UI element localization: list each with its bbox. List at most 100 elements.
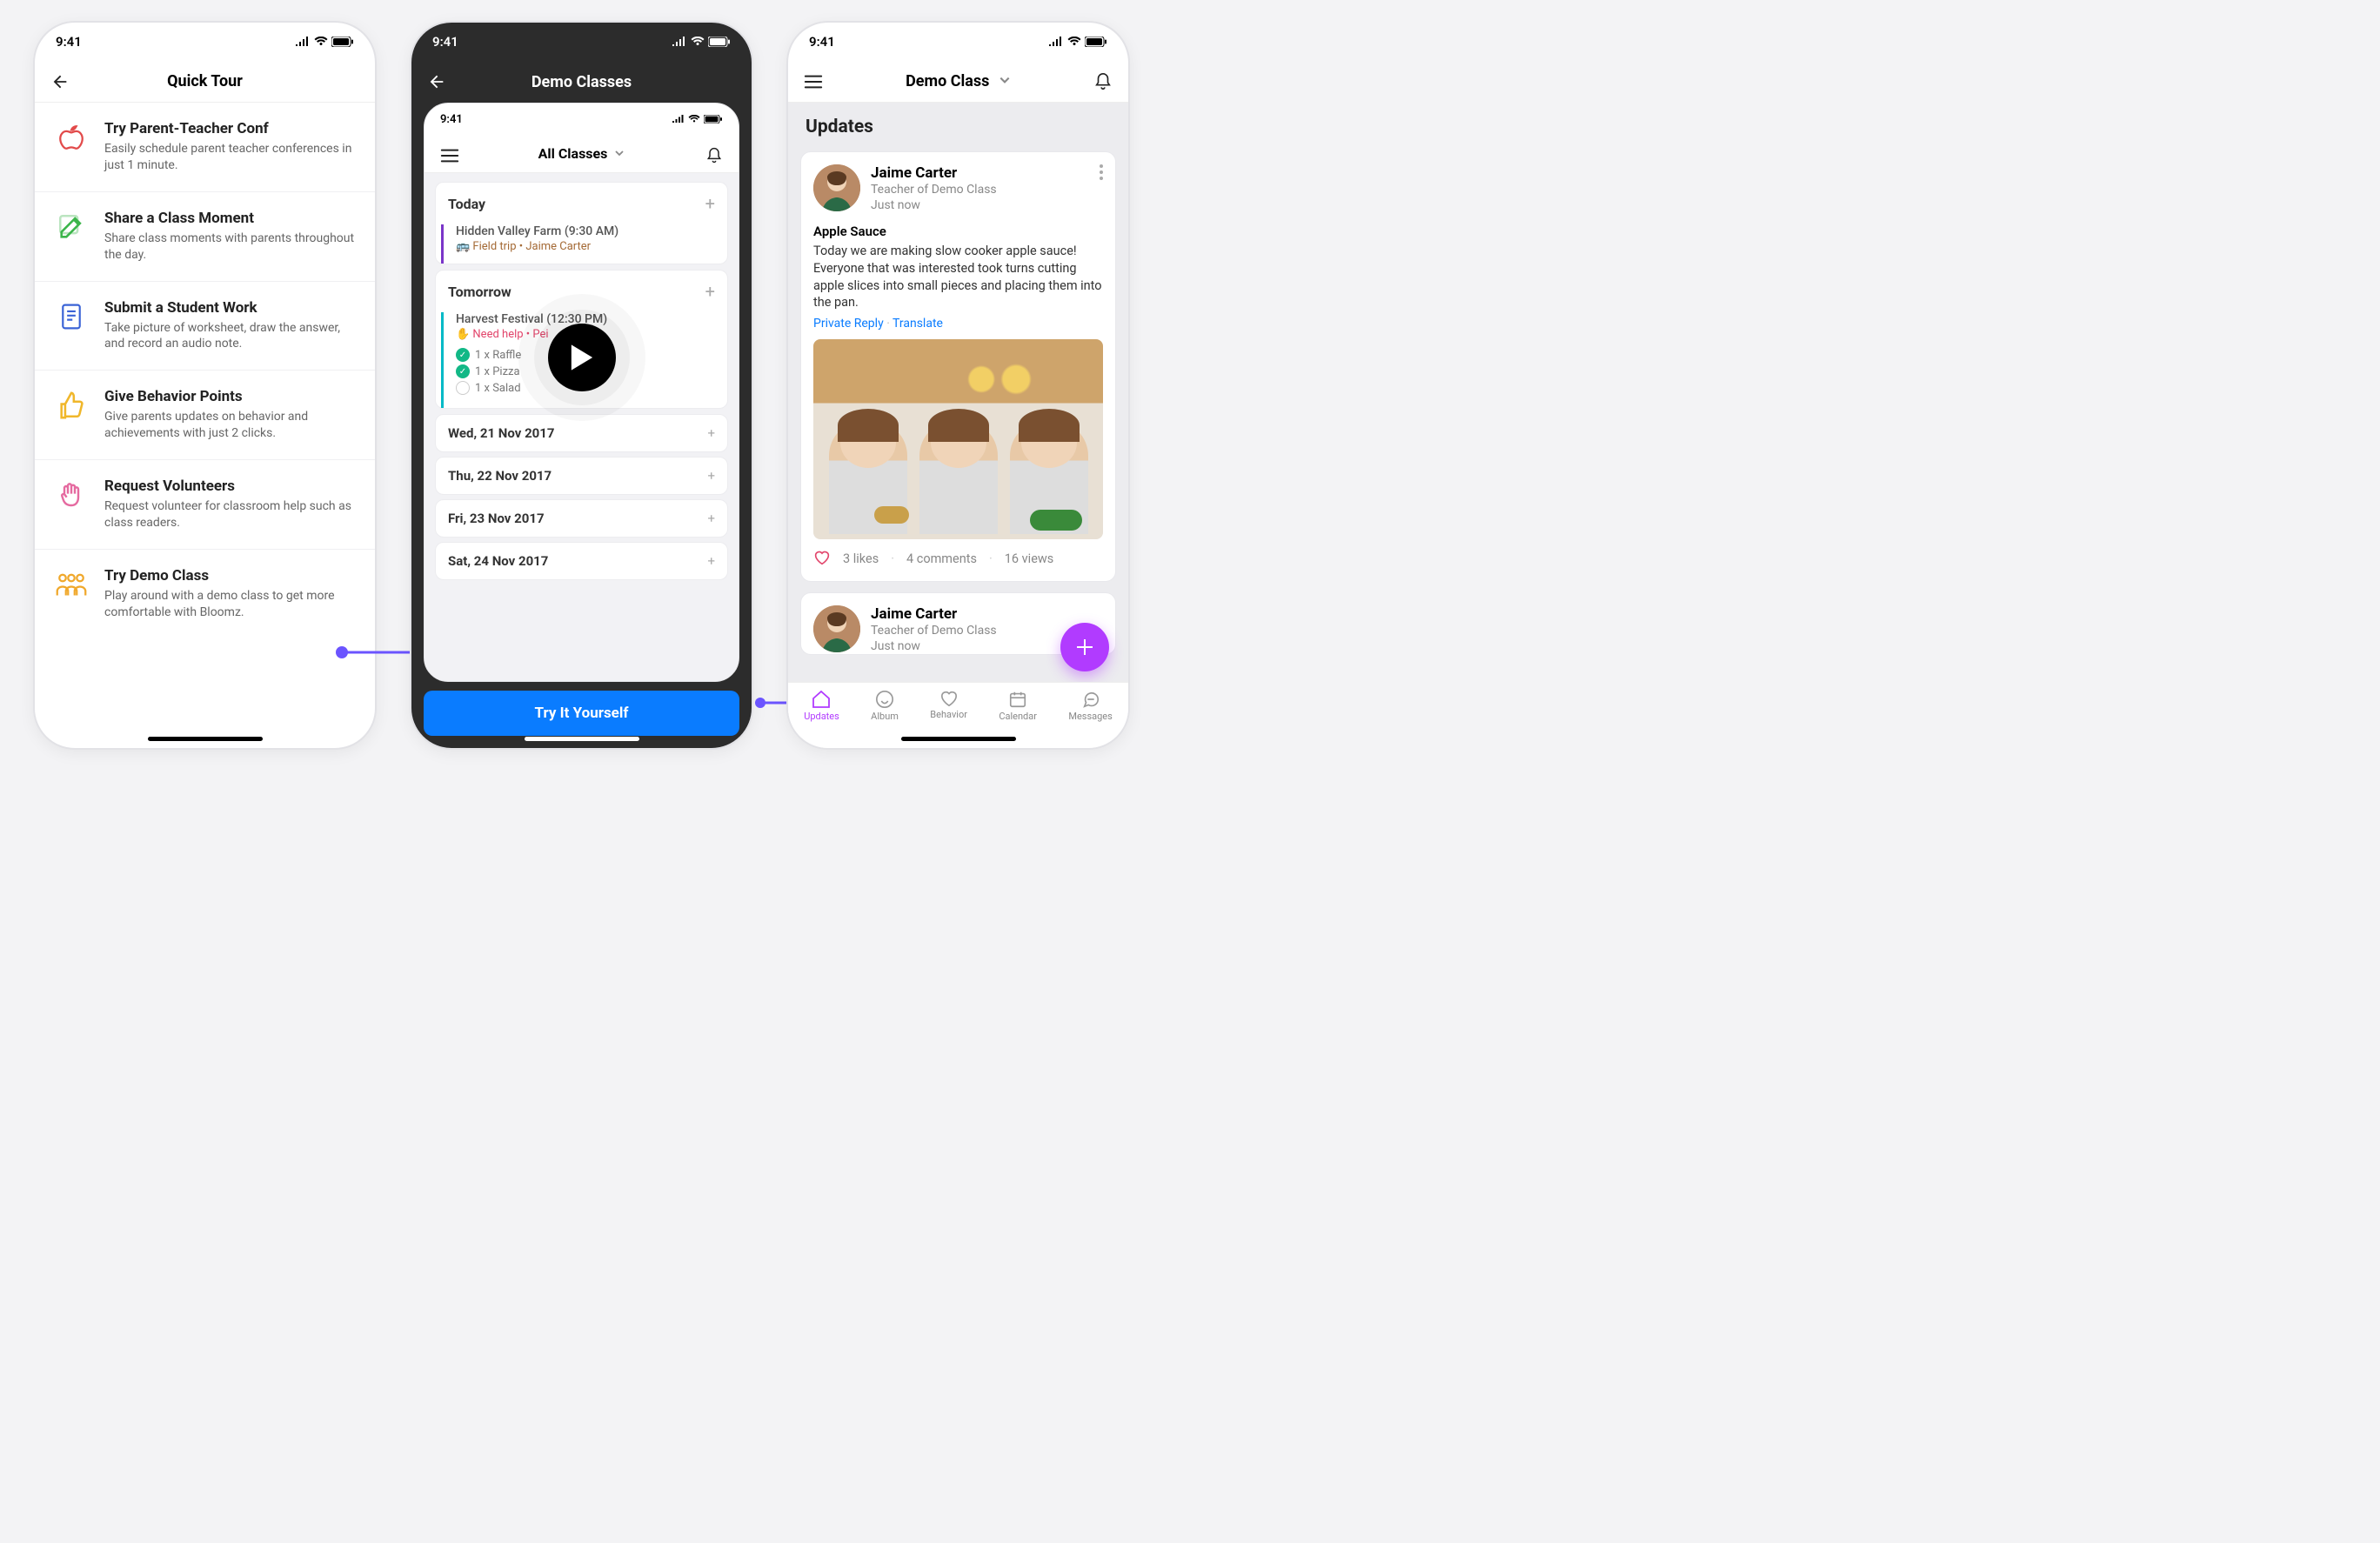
nav-bar: Quick Tour bbox=[35, 61, 375, 103]
inner-nav-bar: All Classes bbox=[425, 135, 739, 173]
status-time: 9:41 bbox=[56, 34, 82, 50]
edit-icon bbox=[54, 210, 89, 244]
check-open-icon bbox=[456, 381, 470, 395]
post-more-button[interactable] bbox=[1100, 164, 1103, 184]
arrow-left-icon bbox=[50, 72, 70, 91]
menu-button[interactable] bbox=[804, 61, 823, 103]
translate-link[interactable]: Translate bbox=[892, 317, 943, 331]
bell-icon bbox=[705, 146, 723, 165]
tour-item-title: Give Behavior Points bbox=[104, 388, 356, 405]
tour-item-student-work[interactable]: Submit a Student WorkTake picture of wor… bbox=[35, 282, 375, 371]
status-icons bbox=[672, 37, 731, 47]
section-label: Tomorrow bbox=[448, 284, 511, 300]
tab-label: Updates bbox=[804, 711, 839, 722]
tour-item-title: Request Volunteers bbox=[104, 478, 356, 495]
tour-item-subtitle: Give parents updates on behavior and ach… bbox=[104, 409, 356, 442]
nav-bar: Demo Class bbox=[788, 61, 1128, 103]
tour-item-demo-class[interactable]: Try Demo ClassPlay around with a demo cl… bbox=[35, 550, 375, 638]
home-indicator[interactable] bbox=[525, 737, 639, 741]
section-label: Today bbox=[448, 196, 485, 212]
avatar[interactable] bbox=[813, 605, 860, 652]
home-indicator[interactable] bbox=[148, 737, 263, 741]
compose-fab[interactable] bbox=[1060, 623, 1109, 671]
menu-button[interactable] bbox=[440, 135, 459, 177]
back-button[interactable] bbox=[427, 61, 446, 103]
tab-album[interactable]: Album bbox=[871, 690, 899, 722]
calendar-icon bbox=[1008, 690, 1027, 709]
phone-updates-feed: 9:41 Demo Class Updates bbox=[786, 21, 1130, 750]
tour-item-title: Share a Class Moment bbox=[104, 210, 356, 227]
event-item-label: 1 x Pizza bbox=[475, 365, 520, 378]
tour-item-volunteers[interactable]: Request Volunteers Request volunteer for … bbox=[35, 460, 375, 550]
tab-label: Messages bbox=[1068, 711, 1112, 722]
date-label: Sat, 24 Nov 2017 bbox=[448, 553, 548, 569]
tour-item-subtitle: Request volunteer for classroom help suc… bbox=[104, 498, 356, 531]
nav-bar: Demo Classes bbox=[411, 61, 752, 103]
add-event-button[interactable]: + bbox=[705, 193, 715, 214]
likes-count[interactable]: 3 likes bbox=[843, 551, 879, 566]
event-today[interactable]: Hidden Valley Farm (9:30 AM) 🚌 Field tri… bbox=[441, 224, 727, 264]
date-row[interactable]: Fri, 23 Nov 2017+ bbox=[435, 499, 728, 538]
status-icons bbox=[672, 115, 723, 124]
signal-icon bbox=[1048, 37, 1064, 47]
calendar-scroll[interactable]: Today + Hidden Valley Farm (9:30 AM) 🚌 F… bbox=[425, 173, 739, 681]
battery-icon bbox=[704, 115, 723, 124]
demo-classes-body: 9:41 All Classes bbox=[411, 103, 752, 748]
post-title: Apple Sauce bbox=[813, 224, 1103, 239]
play-icon bbox=[569, 343, 595, 372]
class-selector[interactable]: All Classes bbox=[538, 145, 625, 162]
tab-messages[interactable]: Messages bbox=[1068, 690, 1112, 722]
section-today: Today + Hidden Valley Farm (9:30 AM) 🚌 F… bbox=[435, 182, 728, 264]
comments-count[interactable]: 4 comments bbox=[906, 551, 977, 566]
add-event-button[interactable]: + bbox=[705, 281, 715, 302]
class-selector-label: Demo Class bbox=[906, 72, 989, 90]
home-indicator[interactable] bbox=[901, 737, 1016, 741]
post-card[interactable]: Jaime Carter Teacher of Demo Class Just … bbox=[800, 151, 1116, 582]
wifi-icon bbox=[314, 37, 328, 47]
avatar[interactable] bbox=[813, 164, 860, 211]
status-time: 9:41 bbox=[440, 113, 463, 126]
tab-calendar[interactable]: Calendar bbox=[999, 690, 1037, 722]
showcase-container: 9:41 Quick Tour Try Parent-Teacher ConfE… bbox=[33, 21, 1130, 750]
tour-item-title: Submit a Student Work bbox=[104, 299, 356, 317]
date-label: Wed, 21 Nov 2017 bbox=[448, 425, 555, 441]
tour-item-behavior-points[interactable]: Give Behavior Points Give parents updates… bbox=[35, 371, 375, 460]
battery-icon bbox=[708, 37, 731, 47]
tour-item-subtitle: Easily schedule parent teacher conferenc… bbox=[104, 141, 356, 174]
tab-label: Album bbox=[871, 711, 899, 722]
tour-item-share-moment[interactable]: Share a Class MomentShare class moments … bbox=[35, 192, 375, 282]
notifications-button[interactable] bbox=[705, 135, 723, 177]
back-button[interactable] bbox=[50, 61, 70, 103]
status-bar: 9:41 bbox=[411, 23, 752, 61]
date-row[interactable]: Wed, 21 Nov 2017+ bbox=[435, 414, 728, 452]
like-button[interactable] bbox=[813, 550, 831, 569]
date-label: Thu, 22 Nov 2017 bbox=[448, 468, 552, 484]
event-meta: 🚌 Field trip • Jaime Carter bbox=[456, 240, 715, 253]
avatar-image bbox=[813, 164, 860, 211]
post-body: Today we are making slow cooker apple sa… bbox=[813, 243, 1103, 311]
date-label: Fri, 23 Nov 2017 bbox=[448, 511, 545, 526]
post-author: Jaime Carter bbox=[871, 164, 1089, 182]
tab-behavior[interactable]: Behavior bbox=[930, 690, 967, 720]
tour-item-parent-teacher[interactable]: Try Parent-Teacher ConfEasily schedule p… bbox=[35, 103, 375, 192]
post-image[interactable] bbox=[813, 339, 1103, 539]
class-selector[interactable]: Demo Class bbox=[906, 72, 1011, 90]
check-done-icon: ✓ bbox=[456, 364, 470, 378]
try-it-yourself-button[interactable]: Try It Yourself bbox=[424, 691, 739, 736]
date-row[interactable]: Sat, 24 Nov 2017+ bbox=[435, 542, 728, 580]
date-row[interactable]: Thu, 22 Nov 2017+ bbox=[435, 457, 728, 495]
status-time: 9:41 bbox=[809, 34, 835, 50]
tab-updates[interactable]: Updates bbox=[804, 690, 839, 722]
message-icon bbox=[1081, 690, 1100, 709]
wifi-icon bbox=[691, 37, 705, 47]
event-item-label: 1 x Raffle bbox=[475, 349, 521, 362]
status-icons bbox=[295, 37, 354, 47]
play-video-button[interactable] bbox=[548, 324, 616, 391]
battery-icon bbox=[331, 37, 354, 47]
tour-item-title: Try Demo Class bbox=[104, 567, 356, 584]
arrow-left-icon bbox=[427, 72, 446, 91]
notifications-button[interactable] bbox=[1093, 61, 1113, 103]
hand-icon bbox=[54, 478, 89, 512]
smile-icon bbox=[875, 690, 894, 709]
private-reply-link[interactable]: Private Reply bbox=[813, 317, 884, 331]
